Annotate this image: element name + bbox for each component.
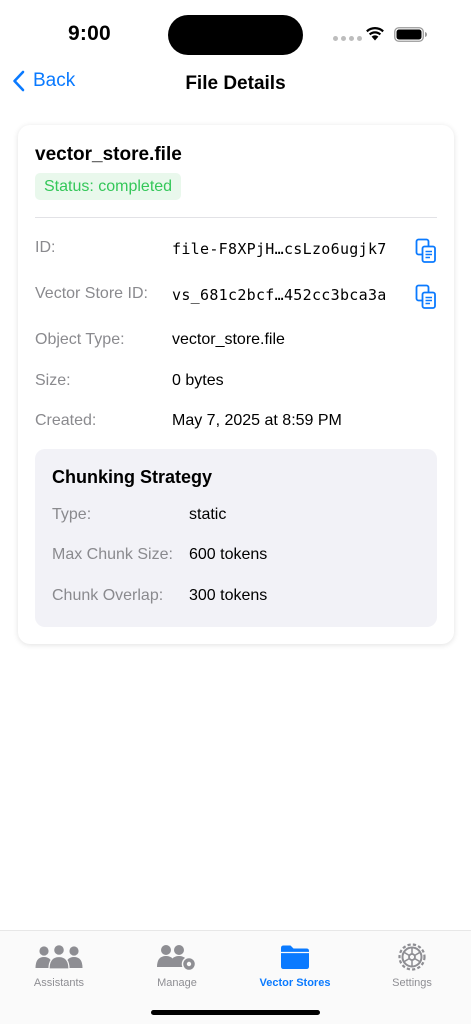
home-indicator: [151, 1010, 320, 1015]
size-value: 0 bytes: [172, 372, 224, 389]
status-badge: Status: completed: [35, 173, 182, 200]
tab-vector-stores[interactable]: Vector Stores: [236, 941, 354, 989]
vector-store-id-row: Vector Store ID: vs_681c2bcf…452cc3bca3a: [35, 279, 437, 309]
battery-icon: [394, 27, 427, 42]
tab-manage[interactable]: Manage: [118, 941, 236, 989]
status-time: 9:00: [68, 22, 111, 45]
screen: 9:00 Back File Details vector_store.file: [0, 0, 471, 1024]
navigation-bar: Back File Details: [0, 62, 471, 106]
created-label: Created:: [35, 412, 97, 429]
tab-manage-label: Manage: [157, 977, 197, 989]
created-row: Created: May 7, 2025 at 8:59 PM: [35, 406, 437, 436]
people-icon: [35, 944, 83, 970]
id-row: ID: file-F8XPjH…csLzo6ugjk7: [35, 233, 437, 263]
max-chunk-size-value: 600 tokens: [189, 546, 268, 563]
id-value: file-F8XPjH…csLzo6ugjk7: [172, 240, 387, 258]
tab-assistants[interactable]: Assistants: [0, 941, 118, 989]
people-gear-icon: [157, 945, 197, 971]
chunk-overlap-value: 300 tokens: [189, 587, 268, 604]
tab-vector-stores-label: Vector Stores: [259, 977, 331, 989]
chunk-type-label: Type:: [52, 506, 92, 523]
status-bar: 9:00: [0, 0, 471, 60]
chunk-overlap-label: Chunk Overlap:: [52, 587, 164, 604]
vector-store-id-value: vs_681c2bcf…452cc3bca3a: [172, 286, 387, 304]
object-type-row: Object Type: vector_store.file: [35, 325, 437, 355]
chunk-type-value: static: [189, 506, 227, 523]
copy-vector-store-id-button[interactable]: [415, 284, 437, 310]
tab-assistants-label: Assistants: [33, 977, 85, 989]
object-type-label: Object Type:: [35, 331, 125, 348]
chunk-overlap-row: Chunk Overlap: 300 tokens: [52, 587, 420, 611]
gear-icon: [398, 943, 426, 971]
file-name: vector_store.file: [35, 144, 182, 165]
tab-settings-label: Settings: [392, 977, 432, 989]
size-label: Size:: [35, 372, 71, 389]
cellular-signal-icon: [333, 36, 362, 41]
created-value: May 7, 2025 at 8:59 PM: [172, 412, 342, 429]
wifi-icon: [366, 26, 384, 41]
object-type-value: vector_store.file: [172, 331, 285, 348]
chunk-type-row: Type: static: [52, 506, 420, 530]
tab-settings[interactable]: Settings: [353, 941, 471, 989]
copy-id-button[interactable]: [415, 238, 437, 264]
vector-store-id-label: Vector Store ID:: [35, 285, 148, 302]
max-chunk-size-label: Max Chunk Size:: [52, 546, 173, 563]
dynamic-island: [168, 15, 303, 55]
chunking-strategy-title: Chunking Strategy: [52, 467, 213, 487]
size-row: Size: 0 bytes: [35, 366, 437, 396]
file-detail-card: vector_store.file Status: completed ID: …: [18, 125, 454, 644]
divider: [35, 217, 437, 218]
chunking-strategy-section: Chunking Strategy Type: static Max Chunk…: [35, 449, 437, 627]
page-title: File Details: [185, 73, 286, 94]
folder-icon: [281, 945, 309, 969]
id-label: ID:: [35, 239, 56, 256]
max-chunk-size-row: Max Chunk Size: 600 tokens: [52, 546, 420, 570]
